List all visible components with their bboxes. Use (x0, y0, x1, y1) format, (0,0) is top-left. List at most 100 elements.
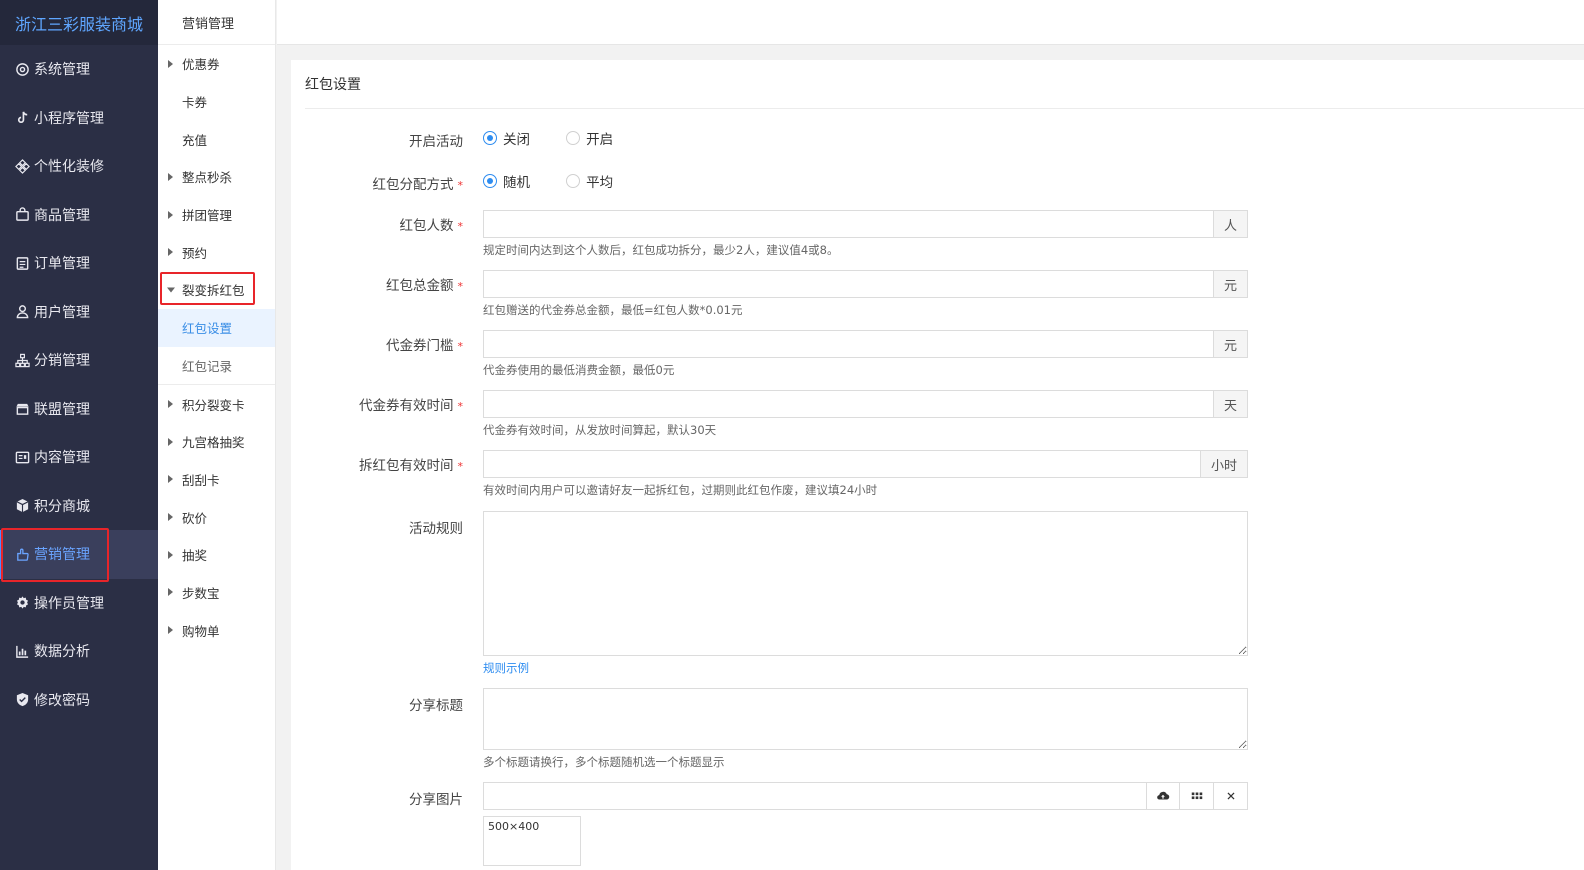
nav-item-label: 营销管理 (34, 547, 90, 564)
submenu-item[interactable]: 预约 (158, 233, 275, 271)
gallery-button[interactable] (1180, 782, 1214, 810)
input-group: 小时 (483, 450, 1248, 478)
field-help: 有效时间内用户可以邀请好友一起拆红包，过期则此红包作废，建议填24小时 (483, 483, 878, 497)
mode-label: 红包分配方式 * (372, 177, 464, 193)
unit-addon: 小时 (1199, 450, 1248, 478)
activity-label: 开启活动 (409, 134, 463, 150)
submenu-item-label: 红包设置 (182, 321, 233, 337)
submenu-item[interactable]: 步数宝 (158, 574, 275, 612)
nav-item-1[interactable]: 小程序管理 (0, 94, 158, 143)
main-sidebar: 浙江三彩服装商城 系统管理 小程序管理 个性化装修 商品管理 订单管理 用户管理 分销管理联… (0, 0, 158, 870)
field-control: 人规定时间内达到这个人数后，红包成功拆分，最少2人，建议值4或8。 (483, 210, 1248, 258)
caret-right-icon (168, 59, 173, 68)
share-title-textarea[interactable] (483, 688, 1248, 750)
nav-item-5[interactable]: 用户管理 (0, 288, 158, 337)
submenu-child-item[interactable]: 红包设置 (158, 308, 275, 347)
submenu-item[interactable]: 裂变拆红包 (158, 271, 275, 309)
submenu-item-label: 卡券 (182, 95, 208, 111)
nav-item-6[interactable]: 分销管理 (0, 336, 158, 385)
share-title-label: 分享标题 (409, 698, 463, 714)
caret-right-icon (168, 588, 173, 597)
radio-label: 开启 (586, 132, 614, 148)
input-group: 天 (483, 390, 1248, 418)
caret-right-icon (168, 513, 173, 522)
nav-item-11[interactable]: 操作员管理 (0, 579, 158, 628)
submenu-item[interactable]: 拼团管理 (158, 196, 275, 234)
share-image-label: 分享图片 (409, 792, 463, 808)
radio-label: 关闭 (503, 132, 530, 148)
nav-item-4[interactable]: 订单管理 (0, 239, 158, 288)
number-input[interactable] (483, 330, 1213, 358)
unit-addon: 元 (1212, 270, 1248, 298)
submenu-item[interactable]: 卡券 (158, 83, 275, 121)
nav-item-12[interactable]: 数据分析 (0, 627, 158, 676)
caret-right-icon (168, 210, 173, 219)
mode-field: 随机 平均 (483, 171, 1248, 192)
secondary-menu: 营销管理 优惠券卡券充值 整点秒杀 拼团管理 预约 裂变拆红包红包设置红包记录积分裂变卡… (158, 0, 276, 870)
submenu-item[interactable]: 积分裂变卡 (158, 385, 275, 423)
mode-radio-random[interactable]: 随机 (483, 171, 530, 191)
nav-item-9[interactable]: 积分商城 (0, 482, 158, 531)
number-input[interactable] (483, 270, 1213, 298)
number-input[interactable] (483, 390, 1213, 418)
number-input[interactable] (483, 210, 1213, 238)
nav-item-8[interactable]: 内容管理 (0, 433, 158, 482)
upload-button[interactable] (1146, 782, 1180, 810)
marketing-icon (14, 546, 30, 562)
nav-item-10[interactable]: 营销管理 (0, 530, 158, 579)
caret-right-icon (168, 475, 173, 484)
field-help: 代金券使用的最低消费金额，最低0元 (483, 363, 675, 377)
submenu-item[interactable]: 刮刮卡 (158, 461, 275, 499)
activity-field: 关闭 开启 (483, 128, 1248, 149)
submenu-item[interactable]: 砍价 (158, 498, 275, 536)
submenu-item[interactable]: 充值 (158, 120, 275, 158)
number-input[interactable] (483, 450, 1200, 478)
nav-list: 系统管理 小程序管理 个性化装修 商品管理 订单管理用户管理分销管理 联盟管理 内容管理 积分… (0, 45, 158, 724)
nav-item-7[interactable]: 联盟管理 (0, 385, 158, 434)
order-icon (14, 255, 30, 271)
caret-right-icon (168, 400, 173, 409)
field-control: 小时有效时间内用户可以邀请好友一起拆红包，过期则此红包作废，建议填24小时 (483, 450, 1248, 498)
unit-addon: 元 (1212, 330, 1248, 358)
clear-image-button[interactable] (1214, 782, 1248, 810)
submenu-item-label: 抽奖 (182, 548, 208, 564)
activity-radio-off[interactable]: 关闭 (483, 128, 530, 148)
submenu-item-label: 优惠券 (182, 57, 220, 73)
decor-icon (14, 158, 30, 174)
field-help: 红包赠送的代金券总金额，最低=红包人数*0.01元 (483, 303, 743, 317)
nav-item-0[interactable]: 系统管理 (0, 45, 158, 94)
submenu-item[interactable]: 整点秒杀 (158, 158, 275, 196)
rules-example-link[interactable]: 规则示例 (483, 660, 529, 676)
nav-item-label: 用户管理 (34, 304, 90, 321)
store-icon (14, 401, 30, 417)
share-image-input[interactable] (483, 782, 1146, 810)
activity-radio-on[interactable]: 开启 (566, 128, 613, 148)
share-image-input-group (483, 782, 1248, 810)
submenu-child-item[interactable]: 红包记录 (158, 347, 275, 385)
nav-item-3[interactable]: 商品管理 (0, 191, 158, 240)
submenu-item[interactable]: 九宫格抽奖 (158, 423, 275, 461)
submenu-group: 优惠券卡券充值 整点秒杀 拼团管理 预约 裂变拆红包红包设置红包记录 (158, 45, 275, 386)
nav-item-label: 数据分析 (34, 644, 90, 661)
submenu-title: 营销管理 (158, 0, 275, 45)
field-label: 代金券有效时间 * (359, 398, 463, 414)
submenu-item-label: 红包记录 (182, 358, 233, 374)
submenu-item[interactable]: 购物单 (158, 611, 275, 649)
nav-item-13[interactable]: 修改密码 (0, 676, 158, 725)
user-icon (14, 304, 30, 320)
rules-textarea[interactable] (483, 511, 1248, 656)
field-control: 元红包赠送的代金券总金额，最低=红包人数*0.01元 (483, 270, 1248, 318)
radio-dot (566, 131, 581, 145)
submenu-item-label: 积分裂变卡 (182, 397, 245, 413)
submenu-item[interactable]: 优惠券 (158, 45, 275, 83)
caret-right-icon (168, 550, 173, 559)
field-help: 规定时间内达到这个人数后，红包成功拆分，最少2人，建议值4或8。 (483, 243, 839, 257)
content-icon (14, 449, 30, 465)
mode-radio-average[interactable]: 平均 (566, 171, 613, 191)
nav-item-2[interactable]: 个性化装修 (0, 142, 158, 191)
rules-label: 活动规则 (409, 521, 463, 537)
submenu-item-label: 购物单 (182, 623, 220, 639)
submenu-item[interactable]: 抽奖 (158, 536, 275, 574)
field-help: 代金券有效时间，从发放时间算起，默认30天 (483, 423, 717, 437)
cloud-upload-icon (1157, 791, 1170, 800)
